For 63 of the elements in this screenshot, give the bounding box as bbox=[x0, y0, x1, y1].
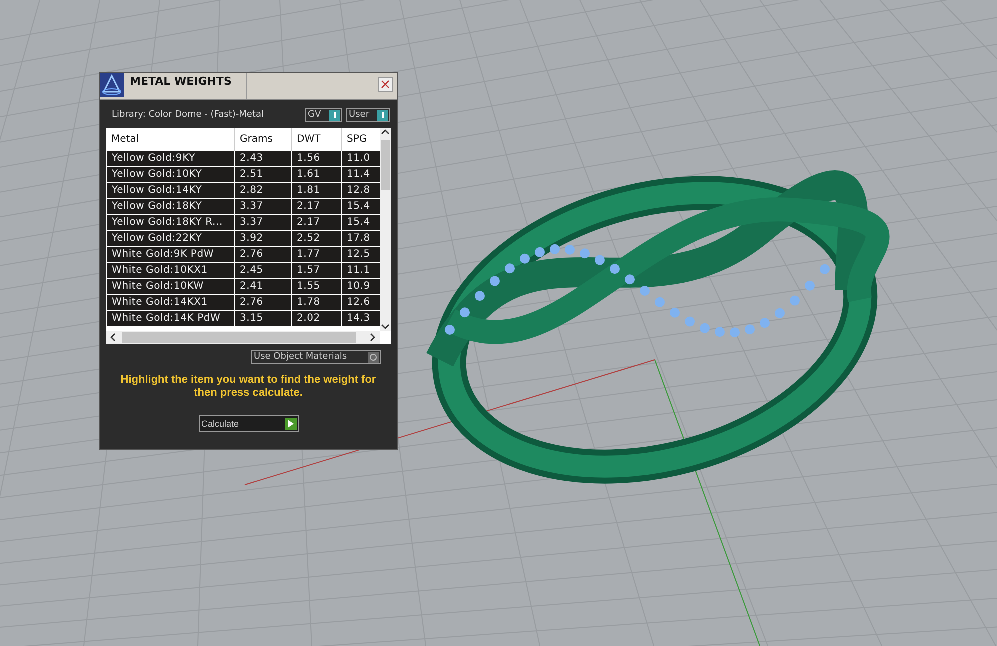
table-cell[interactable]: 3.37 bbox=[234, 214, 292, 230]
table-cell[interactable]: 1.77 bbox=[292, 246, 342, 262]
table-cell[interactable]: White Gold:10KW bbox=[106, 278, 234, 294]
table-cell[interactable]: White Gold:14K PdW bbox=[106, 310, 234, 326]
table-cell[interactable]: 2.45 bbox=[234, 262, 292, 278]
table-cell[interactable]: 3.92 bbox=[234, 230, 292, 246]
table-cell[interactable]: 2.17 bbox=[292, 198, 342, 214]
close-button[interactable] bbox=[378, 77, 393, 92]
scroll-thumb[interactable] bbox=[381, 140, 390, 190]
table-cell[interactable]: 11.0 bbox=[342, 150, 380, 166]
scroll-thumb[interactable] bbox=[122, 332, 356, 343]
scroll-left-icon[interactable] bbox=[109, 333, 118, 342]
toggle-switch[interactable]: User bbox=[346, 108, 390, 122]
pyramid-logo-icon bbox=[100, 73, 124, 97]
horizontal-scrollbar[interactable] bbox=[106, 331, 380, 344]
table-cell[interactable]: 1.55 bbox=[292, 278, 342, 294]
table-cell[interactable]: 2.17 bbox=[292, 214, 342, 230]
table-cell[interactable]: 12.8 bbox=[342, 182, 380, 198]
table-cell[interactable]: 1.61 bbox=[292, 166, 342, 182]
table-cell[interactable]: Yellow Gold:18KY bbox=[106, 198, 234, 214]
table-cell[interactable]: 10.9 bbox=[342, 278, 380, 294]
table-cell[interactable]: 2.52 bbox=[292, 230, 342, 246]
toggle-switch[interactable]: GV bbox=[305, 108, 342, 122]
scroll-right-icon[interactable] bbox=[368, 333, 377, 342]
table-cell[interactable]: 11.4 bbox=[342, 166, 380, 182]
table-cell[interactable]: 3.15 bbox=[234, 310, 292, 326]
table-cell[interactable]: 2.76 bbox=[234, 294, 292, 310]
table-cell[interactable]: 17.8 bbox=[342, 230, 380, 246]
table-cell[interactable]: White Gold:14KX1 bbox=[106, 294, 234, 310]
table-cell[interactable]: 2.51 bbox=[234, 166, 292, 182]
table-cell[interactable]: Yellow Gold:18KY R... bbox=[106, 214, 234, 230]
table-cell[interactable]: 1.56 bbox=[292, 150, 342, 166]
table-cell[interactable]: 12.5 bbox=[342, 246, 380, 262]
table-cell[interactable]: White Gold:9K PdW bbox=[106, 246, 234, 262]
table-cell[interactable]: 1.78 bbox=[292, 294, 342, 310]
table-cell[interactable]: 11.1 bbox=[342, 262, 380, 278]
table-cell[interactable]: Yellow Gold:10KY bbox=[106, 166, 234, 182]
library-label: Library: Color Dome - (Fast)-Metal bbox=[112, 110, 264, 120]
table-cell[interactable]: Yellow Gold:22KY bbox=[106, 230, 234, 246]
table-cell[interactable]: 1.81 bbox=[292, 182, 342, 198]
table-cell[interactable]: White Gold:10KX1 bbox=[106, 262, 234, 278]
table-cell[interactable]: 12.6 bbox=[342, 294, 380, 310]
vertical-scrollbar[interactable] bbox=[380, 128, 391, 331]
calculate-button[interactable]: Calculate bbox=[198, 415, 298, 432]
close-icon bbox=[381, 80, 390, 89]
table-cell[interactable]: 1.57 bbox=[292, 262, 342, 278]
table-cell[interactable]: 2.43 bbox=[234, 150, 292, 166]
table-cell[interactable]: 2.82 bbox=[234, 182, 292, 198]
table-cell[interactable]: 14.3 bbox=[342, 310, 380, 326]
table-cell[interactable]: Yellow Gold:9KY bbox=[106, 150, 234, 166]
table-cell[interactable]: 2.76 bbox=[234, 246, 292, 262]
table-cell[interactable]: Yellow Gold:14KY bbox=[106, 182, 234, 198]
instruction-text: Highlight the item you want to find the weight for then press calculate. bbox=[120, 374, 378, 400]
table-cell[interactable]: 2.02 bbox=[292, 310, 342, 326]
table-cell[interactable]: 3.37 bbox=[234, 198, 292, 214]
play-icon bbox=[284, 418, 296, 430]
scroll-down-icon[interactable] bbox=[381, 322, 390, 331]
window-title: METAL WEIGHTS bbox=[124, 73, 247, 99]
table-cell[interactable]: 15.4 bbox=[342, 214, 380, 230]
table-cell[interactable]: 15.4 bbox=[342, 198, 380, 214]
object-materials-toggle[interactable]: Use Object Materials bbox=[251, 350, 381, 364]
scroll-up-icon[interactable] bbox=[381, 128, 390, 137]
table-cell[interactable]: 2.41 bbox=[234, 278, 292, 294]
